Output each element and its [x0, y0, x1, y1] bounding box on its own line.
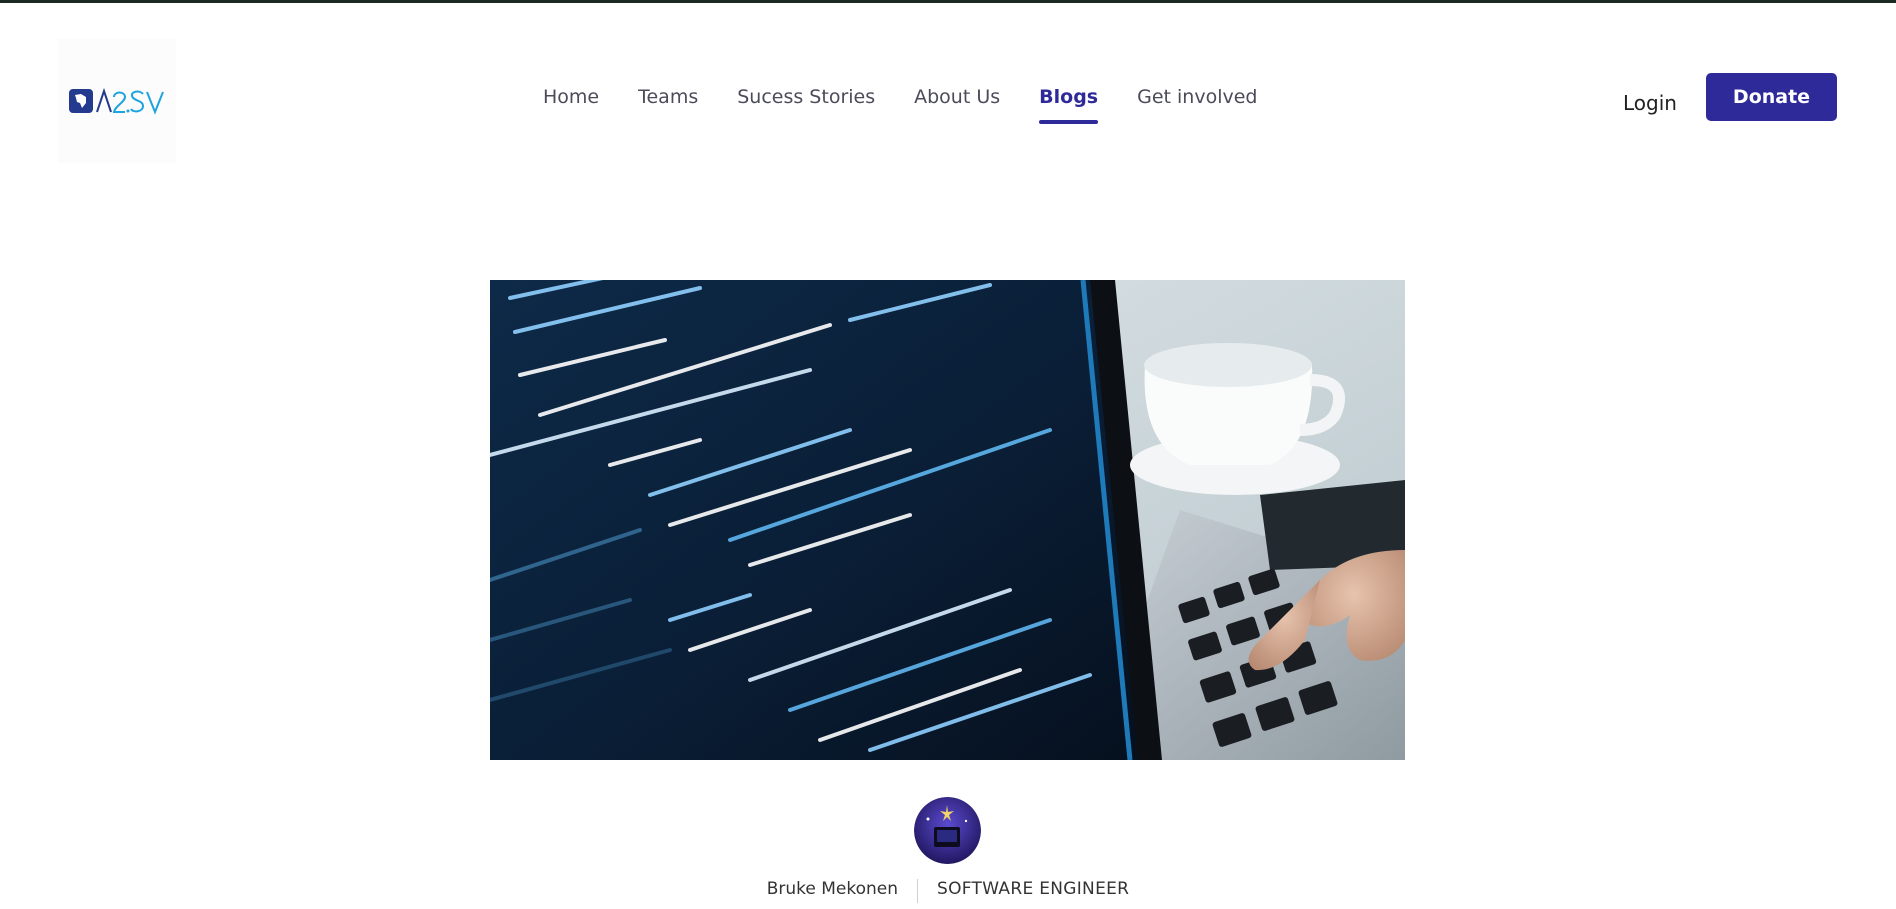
nav-home[interactable]: Home	[543, 83, 599, 111]
a2sv-logo-icon	[69, 87, 164, 115]
nav-get-involved[interactable]: Get involved	[1137, 83, 1257, 111]
author-divider	[917, 879, 918, 903]
main-nav: Home Teams Sucess Stories About Us Blogs…	[543, 83, 1258, 124]
logo[interactable]	[58, 39, 176, 163]
author-name: Bruke Mekonen	[766, 879, 898, 899]
author-avatar	[914, 797, 981, 864]
laptop-code-photo-icon	[490, 280, 1405, 760]
blog-hero-image	[490, 280, 1405, 760]
nav-blogs[interactable]: Blogs	[1039, 83, 1099, 124]
author-role: SOFTWARE ENGINEER	[937, 879, 1130, 899]
login-link[interactable]: Login	[1623, 89, 1677, 117]
nav-teams[interactable]: Teams	[638, 83, 698, 111]
nav-about-us[interactable]: About Us	[914, 83, 1000, 111]
author-info: Bruke Mekonen SOFTWARE ENGINEER	[0, 879, 1896, 909]
nav-blogs-label: Blogs	[1039, 86, 1099, 108]
nav-success-stories[interactable]: Sucess Stories	[737, 83, 875, 111]
active-nav-underline	[1039, 120, 1099, 124]
author-avatar-icon	[914, 797, 981, 864]
donate-button[interactable]: Donate	[1706, 73, 1837, 121]
